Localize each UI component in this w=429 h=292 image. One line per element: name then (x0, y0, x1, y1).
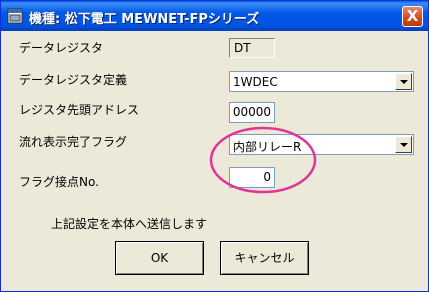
title-bar[interactable]: 機種: 松下電工 MEWNET-FPシリーズ X (1, 1, 428, 31)
register-start-address-input[interactable]: 00000 (229, 102, 275, 123)
data-register-label: データレジスタ (19, 41, 104, 55)
data-register-definition-value: 1WDEC (233, 75, 278, 89)
flow-display-complete-flag-label: 流れ表示完了フラグ (19, 135, 128, 149)
close-icon: X (406, 7, 419, 25)
send-settings-message: 上記設定を本体へ送信します (51, 217, 208, 231)
flag-contact-no-label: フラグ接点No. (19, 175, 99, 189)
window-title: 機種: 松下電工 MEWNET-FPシリーズ (29, 12, 260, 27)
data-register-value: DT (229, 38, 275, 58)
cancel-button[interactable]: キャンセル (220, 241, 309, 275)
highlight-ellipse (209, 126, 317, 194)
chevron-down-icon[interactable] (395, 73, 412, 90)
register-start-address-label: レジスタ先頭アドレス (19, 103, 140, 117)
dialog-window: 機種: 松下電工 MEWNET-FPシリーズ X データレジスタ DT データレ… (0, 0, 429, 292)
ok-button[interactable]: OK (115, 241, 204, 275)
data-register-definition-select[interactable]: 1WDEC (229, 71, 414, 92)
app-window-icon (7, 8, 23, 24)
chevron-down-icon[interactable] (395, 136, 412, 153)
data-register-definition-label: データレジスタ定義 (19, 73, 128, 87)
close-button[interactable]: X (402, 6, 423, 27)
